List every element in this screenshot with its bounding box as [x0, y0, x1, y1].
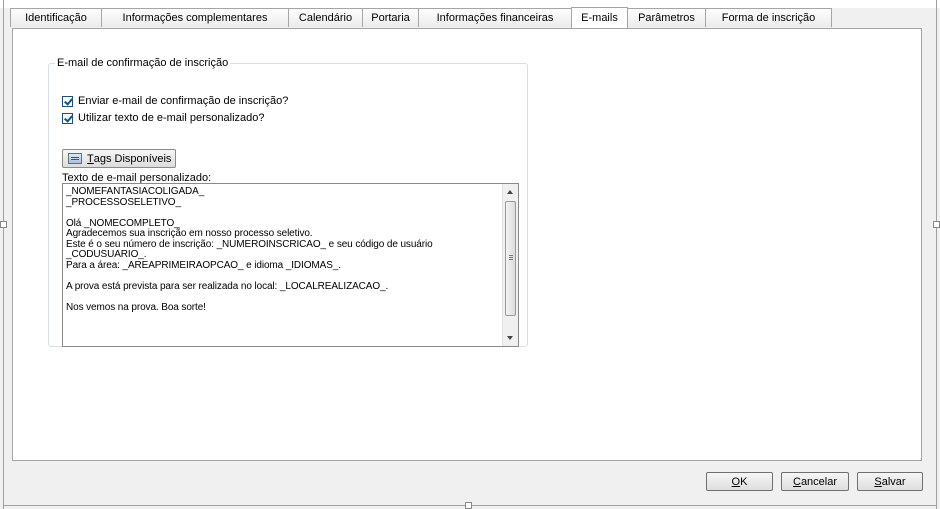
email-confirmation-group: E-mail de confirmação de inscrição Envia…: [48, 57, 528, 347]
scrollbar-thumb[interactable]: [505, 201, 516, 316]
scroll-down-arrow-icon[interactable]: [507, 336, 513, 340]
cancel-label: ancelar: [800, 475, 838, 488]
ok-button[interactable]: OK: [706, 472, 773, 491]
custom-text-label[interactable]: Utilizar texto de e-mail personalizado?: [78, 112, 264, 124]
tab-informacoes-complementares[interactable]: Informações complementares: [101, 8, 289, 27]
resize-handle-left[interactable]: [0, 221, 7, 228]
save-button[interactable]: Salvar: [857, 472, 923, 491]
ok-label: K: [740, 475, 748, 488]
tags-button-label: ags Disponíveis: [93, 152, 172, 165]
save-accel: S: [874, 475, 882, 488]
resize-handle-right[interactable]: [933, 221, 940, 228]
window-top-strip: [0, 0, 940, 8]
tab-calendario[interactable]: Calendário: [288, 8, 363, 27]
tab-forma-de-inscricao[interactable]: Forma de inscrição: [705, 8, 832, 27]
group-legend: E-mail de confirmação de inscrição: [57, 57, 229, 69]
window-border-left: [3, 0, 4, 509]
tab-strip: Identificação Informações complementares…: [10, 7, 832, 28]
send-email-label[interactable]: Enviar e-mail de confirmação de inscriçã…: [78, 95, 288, 107]
grip-icon: [509, 255, 513, 256]
send-email-checkbox[interactable]: [62, 95, 73, 107]
ok-accel: O: [731, 475, 741, 488]
resize-handle-bottom[interactable]: [465, 502, 472, 509]
tab-portaria[interactable]: Portaria: [362, 8, 419, 27]
scroll-up-arrow-icon[interactable]: [507, 190, 513, 194]
tab-parametros[interactable]: Parâmetros: [627, 8, 706, 27]
tags-button-accel: T: [87, 152, 94, 165]
custom-text-checkbox[interactable]: [62, 112, 73, 124]
custom-text-option[interactable]: Utilizar texto de e-mail personalizado?: [62, 112, 264, 124]
textarea-scrollbar[interactable]: [502, 184, 518, 346]
custom-email-textarea[interactable]: _NOMEFANTASIACOLIGADA_ _PROCESSOSELETIVO…: [62, 183, 519, 347]
send-email-option[interactable]: Enviar e-mail de confirmação de inscriçã…: [62, 95, 288, 107]
tab-identificacao[interactable]: Identificação: [10, 8, 102, 27]
tags-disponiveis-button[interactable]: Tags Disponíveis: [62, 149, 176, 168]
save-label: alvar: [881, 475, 906, 488]
tab-emails[interactable]: E-mails: [571, 7, 628, 28]
cancel-accel: C: [792, 475, 801, 488]
tags-list-icon: [68, 153, 82, 164]
custom-email-text[interactable]: _NOMEFANTASIACOLIGADA_ _PROCESSOSELETIVO…: [66, 186, 496, 313]
tab-content-panel: E-mail de confirmação de inscrição Envia…: [12, 28, 922, 461]
cancel-button[interactable]: Cancelar: [781, 472, 849, 491]
tab-informacoes-financeiras[interactable]: Informações financeiras: [418, 8, 572, 27]
window-border-right: [936, 0, 937, 509]
